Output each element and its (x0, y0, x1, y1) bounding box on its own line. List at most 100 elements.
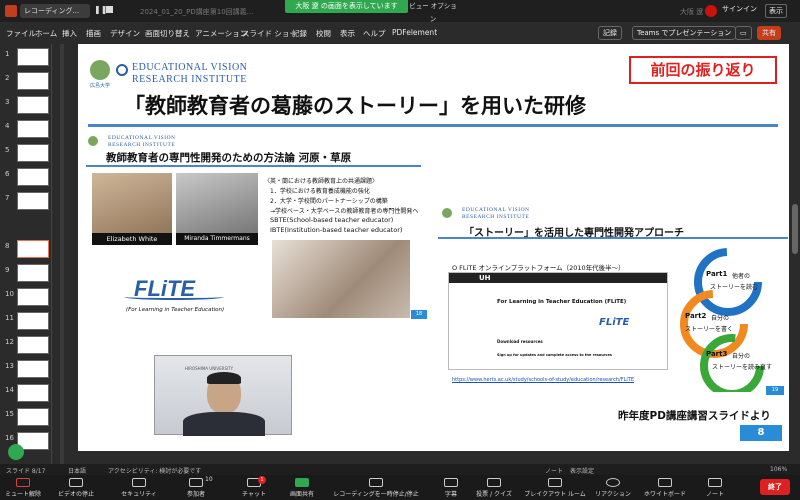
notes-icon (708, 478, 722, 487)
record-button[interactable]: 記録 (598, 26, 622, 40)
comment-icon[interactable]: ▭ (735, 26, 752, 40)
tab-review[interactable]: 校閲 (316, 28, 331, 39)
slide-thumbnail[interactable] (17, 144, 49, 162)
unmute-button[interactable]: ミュート解除 (2, 477, 44, 498)
presenter-hair (207, 372, 241, 384)
recording-tab[interactable]: レコーディング... (20, 4, 90, 18)
slide-thumbnail[interactable] (17, 264, 49, 282)
slide-thumbnail[interactable] (17, 96, 49, 114)
captions-button[interactable]: 字幕 (436, 477, 466, 498)
view-options-button[interactable]: ビュー オプション (408, 0, 458, 23)
signin-button[interactable]: サインイン (722, 4, 757, 14)
issue-line: IBTE(Institution-based teacher educator) (270, 226, 403, 234)
slide-counter: スライド 8/17 (6, 468, 46, 475)
slide-thumbnail[interactable] (17, 192, 49, 210)
issue-line: 2．大学・学校間のパートナーシップの構築 (270, 198, 388, 205)
recording-control-button[interactable]: レコーディングを一時停止/停止 (330, 477, 422, 498)
view-settings-button[interactable]: 表示設定 (570, 466, 594, 475)
slide-thumbnail[interactable] (17, 72, 49, 90)
whiteboard-button[interactable]: ホワイトボード (640, 477, 690, 498)
footer-caption: 昨年度PD講座講習スライドより (618, 410, 771, 422)
display-button[interactable]: 表示 (765, 4, 787, 18)
slide-scrollbar[interactable] (790, 44, 800, 464)
notes-button-zoom[interactable]: ノート (700, 477, 730, 498)
tab-pdfelement[interactable]: PDFelement (392, 28, 437, 37)
part2-line1: 自分の (711, 315, 730, 322)
flite-url[interactable]: https://www.herts.ac.uk/study/schools-of… (452, 377, 634, 383)
tab-transitions[interactable]: 画面切り替え (145, 28, 190, 39)
share-screen-button[interactable]: 画面共有 (284, 477, 320, 498)
document-filename: 2024_01_20_PD講座第10回講義... (140, 8, 254, 16)
small-org-line1: EDUCATIONAL VISION (462, 207, 530, 213)
chat-button[interactable]: チャット (236, 477, 272, 498)
tab-insert[interactable]: 挿入 (62, 28, 77, 39)
breakout-rooms-button[interactable]: ブレイクアウト ルーム (522, 477, 588, 498)
webcam-video: HIROSHIMA UNIVERSITY (154, 355, 292, 436)
scrollbar-thumb[interactable] (792, 204, 798, 254)
panel-scrollbar[interactable] (60, 44, 64, 464)
issue-line: SBTE(School-based teacher educator) (270, 216, 394, 224)
person2-label: Miranda Timmermans (176, 233, 258, 245)
avatar[interactable] (705, 5, 717, 17)
tab-home[interactable]: ホーム (35, 28, 57, 39)
thumb-num: 14 (5, 386, 14, 394)
tab-view[interactable]: 表示 (340, 28, 355, 39)
small-org-line1: EDUCATIONAL VISION (108, 135, 176, 141)
stop-video-button[interactable]: ビデオの停止 (54, 477, 98, 498)
slide-thumbnail[interactable] (17, 48, 49, 66)
left-slide-title: 教師教育者の専門性開発のための方法論 河原・草原 (106, 152, 352, 164)
thumb-num: 3 (5, 98, 10, 106)
edit-pen-icon[interactable] (8, 444, 24, 460)
zoom-level[interactable]: 106% (770, 466, 787, 473)
slide-thumbnail[interactable] (17, 120, 49, 138)
slide-thumbnail[interactable] (17, 360, 49, 378)
meeting-toolbar: ミュート解除 ビデオの停止 セキュリティ 参加者 10 チャット 1 画面共有 … (0, 475, 800, 500)
tab-slideshow[interactable]: スライド ショー (242, 28, 297, 39)
title-underline (88, 124, 778, 127)
thumb-num: 1 (5, 50, 10, 58)
thumb-num: 10 (5, 290, 14, 298)
photo-elizabeth: Elizabeth White (92, 173, 172, 245)
website-brand: UH (479, 274, 491, 282)
polls-button[interactable]: 投票 / クイズ (472, 477, 516, 498)
flite-swoosh-icon (124, 294, 224, 300)
photo-miranda: Miranda Timmermans (176, 173, 258, 245)
tab-draw[interactable]: 描画 (86, 28, 101, 39)
org-name-line1: EDUCATIONAL VISION (132, 62, 248, 73)
tab-help[interactable]: ヘルプ (363, 28, 386, 39)
embedded-slide-left: EDUCATIONAL VISION RESEARCH INSTITUTE 教師… (84, 130, 431, 326)
part3-num: Part3 (706, 350, 728, 358)
slide-thumbnail[interactable] (17, 168, 49, 186)
microphone-icon (16, 478, 30, 487)
share-button[interactable]: 共有 (757, 26, 781, 40)
slide-thumbnail[interactable] (17, 336, 49, 354)
stop-icon[interactable] (106, 6, 113, 13)
teams-present-button[interactable]: Teams でプレゼンテーション (632, 26, 737, 40)
tab-design[interactable]: デザイン (110, 28, 140, 39)
tab-record[interactable]: 記録 (292, 28, 307, 39)
slide-thumbnail[interactable] (17, 312, 49, 330)
tab-animations[interactable]: アニメーション (195, 28, 247, 39)
part3-line1: 自分の (732, 353, 751, 360)
notes-button[interactable]: ノート (545, 466, 563, 475)
participants-count: 10 (205, 476, 213, 483)
reactions-button[interactable]: リアクション (592, 477, 634, 498)
security-button[interactable]: セキュリティ (118, 477, 160, 498)
evri-emblem-icon (116, 64, 128, 76)
slide-thumbnail[interactable] (17, 288, 49, 306)
accessibility-status[interactable]: アクセシビリティ: 検討が必要です (108, 466, 201, 475)
language-indicator[interactable]: 日本語 (68, 466, 86, 475)
app-logo-icon (5, 5, 17, 17)
chat-badge: 1 (258, 476, 266, 484)
pause-record-icon (369, 478, 383, 487)
end-meeting-button[interactable]: 終了 (760, 479, 790, 495)
right-title-underline (438, 237, 788, 239)
slide-main-title: 「教師教育者の葛藤のストーリー」を用いた研修 (124, 94, 586, 118)
slide-thumbnail[interactable] (17, 408, 49, 426)
slide-thumbnail-selected[interactable] (17, 240, 49, 258)
part3-line2: ストーリーを読み直す (712, 364, 773, 371)
slide-thumbnail[interactable] (17, 384, 49, 402)
tab-file[interactable]: ファイル (6, 28, 36, 39)
user-name: 大阪 遼 (680, 8, 704, 16)
slide-canvas: 広島大学 EDUCATIONAL VISION RESEARCH INSTITU… (78, 44, 789, 451)
